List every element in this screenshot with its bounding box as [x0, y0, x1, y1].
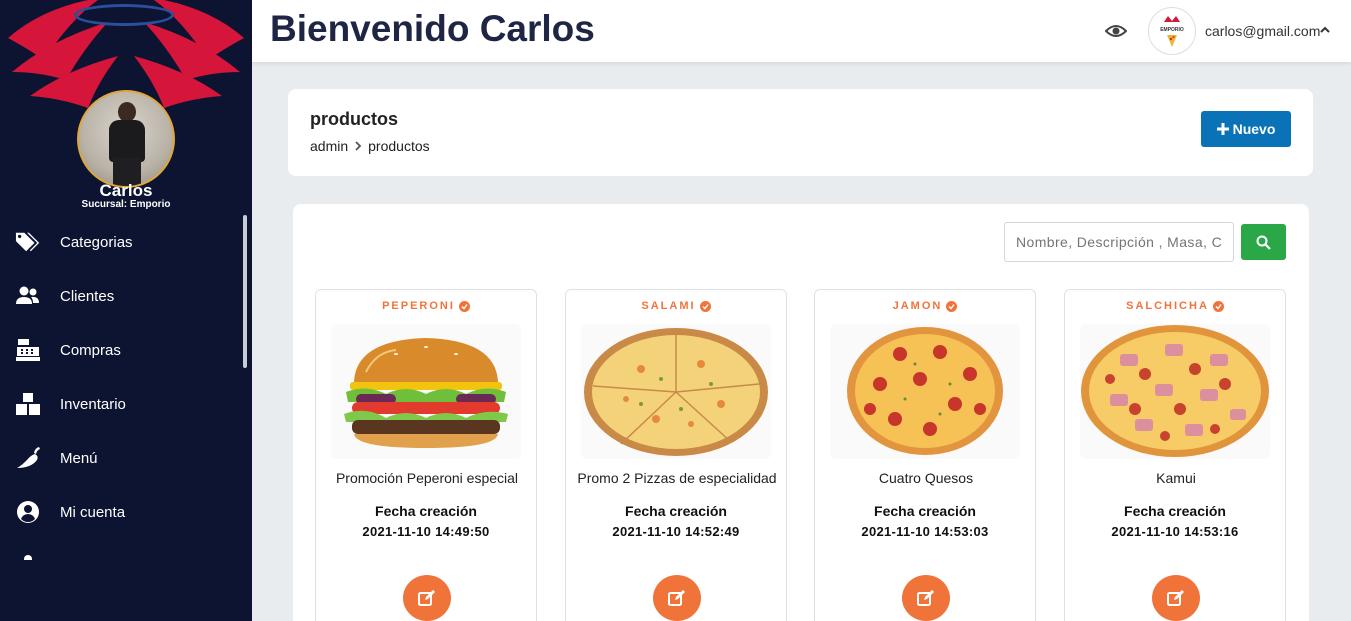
product-tag: PEPERONI [316, 300, 536, 312]
product-tag-label: PEPERONI [382, 300, 455, 312]
page-title: Bienvenido Carlos [270, 8, 595, 49]
product-tag-label: SALAMI [641, 300, 696, 312]
edit-icon [418, 590, 435, 606]
creation-date: 2021-11-10 14:53:03 [861, 524, 989, 539]
profile-name: Carlos [99, 181, 153, 200]
avatar[interactable] [77, 90, 175, 188]
boxes-icon [0, 392, 60, 416]
new-button[interactable]: Nuevo [1201, 111, 1291, 147]
product-tag: SALCHICHA [1065, 300, 1285, 312]
user-email[interactable]: carlos@gmail.com [1205, 23, 1320, 39]
eye-icon[interactable] [1105, 22, 1127, 40]
date-label: Fecha creación [1124, 503, 1226, 519]
breadcrumb: admin productos [310, 138, 430, 154]
check-circle-icon [458, 300, 470, 312]
products-panel: PEPERONI Promoción Peperoni especial [293, 204, 1309, 621]
edit-button[interactable] [403, 575, 451, 621]
date-label: Fecha creación [874, 503, 976, 519]
product-card[interactable]: PEPERONI Promoción Peperoni especial Fec… [315, 289, 537, 621]
product-card[interactable]: JAMON Cuatro Quesos Fecha creación 2021- [814, 289, 1036, 621]
product-name: Promoción Peperoni especial [335, 470, 519, 486]
users-icon [0, 284, 60, 308]
top-header: Bienvenido Carlos EMPORIO carlos@gmail.c… [252, 0, 1351, 62]
date-label: Fecha creación [625, 503, 727, 519]
next-item-icon [24, 555, 32, 560]
sidebar-item-inventario[interactable]: Inventario [0, 377, 252, 431]
sidebar-item-label: Compras [60, 341, 121, 359]
product-image-pizza [581, 324, 771, 459]
product-card[interactable]: SALCHICHA Kamui Fecha creación 2021-11-1 [1064, 289, 1286, 621]
sidebar-item-clientes[interactable]: Clientes [0, 269, 252, 323]
product-tag-label: JAMON [892, 300, 943, 312]
sidebar-item-compras[interactable]: Compras [0, 323, 252, 377]
halo-icon [74, 4, 174, 26]
product-tag: JAMON [815, 300, 1035, 312]
cash-register-icon [0, 338, 60, 362]
search-input[interactable] [1004, 222, 1234, 262]
sidebar-item-label: Clientes [60, 287, 115, 305]
product-image-pizza [1080, 324, 1270, 459]
sidebar-item-label: Inventario [60, 395, 126, 413]
sidebar-menu: Categorias Clientes Compras Inventario M… [0, 215, 252, 539]
product-image-pizza [830, 324, 1020, 459]
edit-icon [1167, 590, 1184, 606]
search-icon [1256, 235, 1271, 250]
product-card[interactable]: SALAMI Promo 2 Pizzas de especialidad Fe… [565, 289, 787, 621]
creation-date: 2021-11-10 14:53:16 [1111, 524, 1239, 539]
date-label: Fecha creación [375, 503, 477, 519]
edit-button[interactable] [902, 575, 950, 621]
product-name: Promo 2 Pizzas de especialidad [577, 470, 777, 486]
emporio-logo-text: EMPORIO [1160, 27, 1184, 33]
sidebar-item-categorias[interactable]: Categorias [0, 215, 252, 269]
brand-header: Carlos Sucursal: Emporio [0, 0, 252, 215]
sidebar-item-label: Categorias [60, 233, 133, 251]
sidebar-item-label: Mi cuenta [60, 503, 126, 521]
product-tag-label: SALCHICHA [1126, 300, 1209, 312]
tags-icon [0, 230, 60, 254]
edit-icon [668, 590, 685, 606]
product-tag: SALAMI [566, 300, 786, 312]
product-image-burger [331, 324, 521, 459]
sidebar-item-label: Menú [60, 449, 98, 467]
breadcrumb-item-productos: productos [368, 138, 430, 154]
product-name: Kamui [1156, 470, 1196, 486]
breadcrumb-item-admin[interactable]: admin [310, 138, 348, 154]
edit-button[interactable] [1152, 575, 1200, 621]
sidebar: Carlos Sucursal: Emporio Categorias Clie… [0, 0, 252, 621]
check-circle-icon [1212, 300, 1224, 312]
creation-date: 2021-11-10 14:49:50 [362, 524, 490, 539]
edit-icon [917, 590, 934, 606]
check-circle-icon [946, 300, 958, 312]
chevron-up-icon[interactable] [1319, 24, 1331, 36]
emporio-logo: EMPORIO [1160, 16, 1184, 47]
sidebar-scrollbar[interactable] [243, 215, 247, 368]
plus-icon [1216, 123, 1229, 135]
header-avatar[interactable]: EMPORIO [1148, 7, 1196, 55]
section-title: productos [310, 109, 398, 129]
sidebar-item-menu[interactable]: Menú [0, 431, 252, 485]
user-circle-icon [0, 500, 60, 524]
new-button-label: Nuevo [1232, 121, 1276, 137]
check-circle-icon [699, 300, 711, 312]
product-name: Cuatro Quesos [878, 470, 974, 486]
pepper-icon [0, 446, 60, 470]
chevron-right-icon [355, 141, 362, 151]
sidebar-item-mi-cuenta[interactable]: Mi cuenta [0, 485, 252, 539]
search-button[interactable] [1241, 224, 1286, 260]
breadcrumb-card: productos admin productos Nuevo [288, 89, 1313, 176]
profile-branch: Sucursal: Emporio [81, 199, 171, 210]
creation-date: 2021-11-10 14:52:49 [612, 524, 740, 539]
edit-button[interactable] [653, 575, 701, 621]
